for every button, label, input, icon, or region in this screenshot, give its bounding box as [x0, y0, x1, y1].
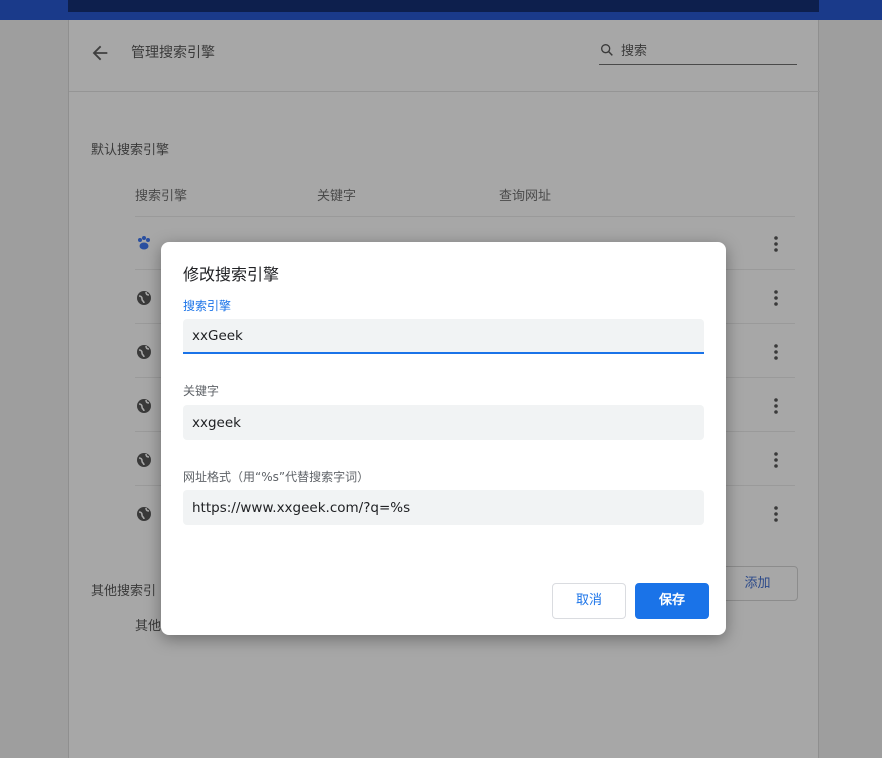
search-input[interactable] [621, 41, 791, 61]
other-engines-heading: 其他搜索引 [91, 584, 157, 599]
more-options-icon[interactable] [772, 343, 780, 361]
url-field-wrapper [183, 490, 704, 525]
column-header-keyword: 关键字 [317, 189, 357, 204]
default-engines-heading: 默认搜索引擎 [91, 143, 170, 158]
url-input[interactable] [183, 490, 704, 525]
keyword-label: 关键字 [183, 384, 220, 398]
top-bar-inner [68, 0, 819, 12]
engine-name-label: 搜索引擎 [183, 299, 232, 313]
page-title: 管理搜索引擎 [131, 45, 215, 61]
more-options-icon[interactable] [772, 505, 780, 523]
card-header: 管理搜索引擎 [69, 20, 820, 92]
cancel-button[interactable]: 取消 [552, 583, 626, 619]
keyword-input[interactable] [183, 405, 704, 440]
more-options-icon[interactable] [772, 235, 780, 253]
more-options-icon[interactable] [772, 397, 780, 415]
search-box[interactable] [599, 40, 797, 65]
globe-icon [137, 399, 151, 413]
dialog-title: 修改搜索引擎 [183, 265, 280, 284]
column-header-engine: 搜索引擎 [135, 189, 188, 204]
url-format-label: 网址格式（用“%s”代替搜索字词） [183, 470, 370, 484]
other-engines-subtext: 其他 [135, 619, 162, 634]
engine-name-field-wrapper [183, 319, 704, 354]
globe-icon [137, 507, 151, 521]
add-engine-button[interactable]: 添加 [717, 566, 798, 601]
more-options-icon[interactable] [772, 451, 780, 469]
back-arrow-icon[interactable] [89, 42, 111, 64]
baidu-paw-icon [138, 236, 150, 250]
globe-icon [137, 453, 151, 467]
table-divider [135, 216, 795, 217]
engine-name-input[interactable] [183, 319, 704, 352]
globe-icon [137, 291, 151, 305]
save-button[interactable]: 保存 [635, 583, 709, 619]
more-options-icon[interactable] [772, 289, 780, 307]
browser-top-bar [0, 0, 882, 20]
search-icon [601, 44, 613, 56]
globe-icon [137, 345, 151, 359]
keyword-field-wrapper [183, 405, 704, 440]
column-header-url: 查询网址 [499, 189, 552, 204]
edit-engine-dialog: 修改搜索引擎 搜索引擎 关键字 网址格式（用“%s”代替搜索字词） 取消 保存 [161, 242, 726, 635]
